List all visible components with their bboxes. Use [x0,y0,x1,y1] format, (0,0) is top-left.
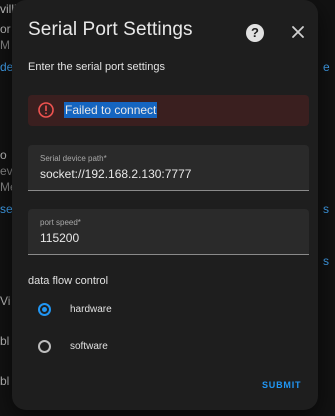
serial-path-field[interactable]: Serial device path* [28,145,309,191]
dialog-subtitle: Enter the serial port settings [28,61,165,73]
error-alert: Failed to connect [28,95,309,126]
flow-control-label: data flow control [28,275,109,287]
bg-text-fragment: ev [0,164,13,178]
radio-hardware-label: hardware [70,304,112,315]
alert-circle-icon [38,102,54,118]
bg-text-fragment: o [0,148,7,162]
serial-port-settings-dialog: Serial Port Settings ? Enter the serial … [12,0,318,410]
bg-link-fragment: se [0,202,13,216]
bg-text-fragment: or [0,22,11,36]
bg-link-fragment: s [323,254,329,268]
close-icon[interactable] [288,22,308,42]
submit-button[interactable]: SUBMIT [262,380,301,390]
dialog-title: Serial Port Settings [28,19,193,40]
bg-link-fragment: s [323,202,329,216]
serial-path-label: Serial device path* [40,154,107,163]
radio-software-label: software [70,341,108,352]
radio-hardware[interactable] [38,303,51,316]
help-circle-icon[interactable]: ? [246,24,264,42]
radio-software[interactable] [38,340,51,353]
bg-text-fragment: Vi [0,294,11,308]
port-speed-input[interactable] [40,231,295,245]
port-speed-label: port speed* [40,218,81,227]
bg-text-fragment: bl [0,334,10,348]
serial-path-input[interactable] [40,167,295,181]
bg-text-fragment: bl [0,374,10,388]
error-message: Failed to connect [64,102,158,118]
port-speed-field[interactable]: port speed* [28,209,309,255]
bg-link-fragment: e [323,60,330,74]
bg-text-fragment: M [0,38,10,52]
